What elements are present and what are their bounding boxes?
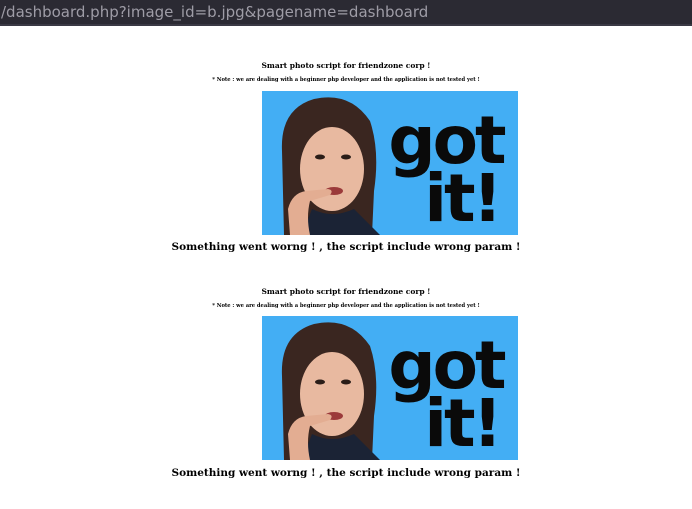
page-heading: Smart photo script for friendzone corp !	[261, 287, 431, 296]
address-bar[interactable]: /dashboard.php?image_id=b.jpg&pagename=d…	[0, 0, 692, 26]
dashboard-image: got it!	[262, 91, 518, 235]
got-it-photo: got it!	[262, 91, 518, 235]
error-message: Something went worng ! , the script incl…	[171, 241, 521, 253]
dashboard-image: got it!	[262, 316, 518, 460]
developer-note: * Note : we are dealing with a beginner …	[212, 77, 480, 83]
error-message: Something went worng ! , the script incl…	[171, 467, 521, 479]
toolbar-divider	[0, 26, 692, 34]
image-text-line2: it!	[424, 160, 499, 235]
page-heading: Smart photo script for friendzone corp !	[261, 61, 431, 70]
url-text[interactable]: /dashboard.php?image_id=b.jpg&pagename=d…	[1, 3, 428, 21]
developer-note: * Note : we are dealing with a beginner …	[212, 303, 480, 309]
image-text-line2: it!	[424, 385, 499, 460]
got-it-photo: got it!	[262, 316, 518, 460]
